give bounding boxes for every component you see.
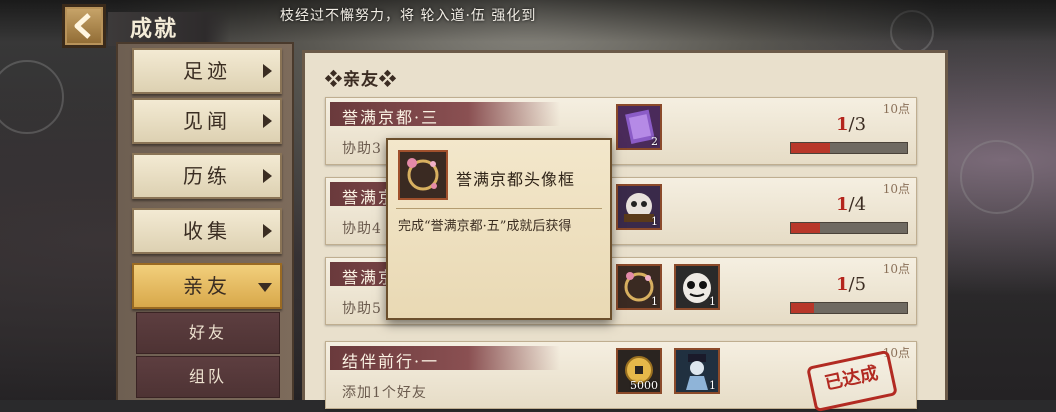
- progress-fill: [791, 143, 830, 153]
- chevron-right-icon: [263, 64, 272, 78]
- category-sidebar: 足迹 见闻 历练 收集 亲友 好友 组队: [116, 42, 294, 400]
- subtab-friends[interactable]: 好友: [136, 312, 280, 354]
- chevron-right-icon: [263, 114, 272, 128]
- sidebar-item-label: 收集: [183, 219, 231, 243]
- progress-total: /3: [848, 114, 867, 135]
- reward-count: 5000: [630, 379, 658, 392]
- tooltip-item-slot: [398, 150, 448, 200]
- progress-bar: [790, 302, 908, 314]
- chevron-left-icon: [74, 13, 91, 39]
- reward-slot[interactable]: 1: [674, 348, 720, 394]
- reward-count: 2: [651, 135, 658, 148]
- achievement-desc: 协助3: [342, 141, 382, 157]
- decor-ring: [960, 140, 1034, 214]
- progress-current: 1: [836, 274, 849, 295]
- chevron-right-icon: [263, 224, 272, 238]
- back-button[interactable]: [62, 4, 106, 48]
- achievement-title: 誉满京都·三: [342, 108, 440, 127]
- points-badge: 10点: [882, 102, 910, 116]
- achievement-title: 结伴前行·一: [342, 352, 440, 371]
- sidebar-item-label: 见闻: [183, 109, 231, 133]
- reward-slot[interactable]: 2: [616, 104, 662, 150]
- broadcast-marquee: 枝经过不懈努力，将 轮入道·伍 强化到: [280, 8, 537, 24]
- progress-current: 1: [836, 114, 849, 135]
- progress-current: 1: [836, 194, 849, 215]
- tooltip-desc: 完成“誉满京都·五”成就后获得: [398, 219, 572, 234]
- tooltip-title: 誉满京都头像框: [456, 170, 576, 189]
- progress-total: /5: [848, 274, 867, 295]
- progress-bar: [790, 142, 908, 154]
- avatar-frame-icon: [400, 152, 446, 198]
- achievement-desc: 协助4: [342, 221, 382, 237]
- achievement-card[interactable]: 结伴前行·一 添加1个好友 10点 5000 1 已达成: [325, 341, 917, 412]
- subtab-team[interactable]: 组队: [136, 356, 280, 398]
- sidebar-item-knowledge[interactable]: 见闻: [132, 98, 282, 144]
- progress-text: 1/3: [836, 114, 866, 135]
- reward-count: 1: [709, 295, 716, 308]
- section-title: ❖亲友❖: [325, 70, 397, 90]
- reward-slot[interactable]: 1: [674, 264, 720, 310]
- progress-text: 1/5: [836, 274, 866, 295]
- reward-count: 1: [709, 379, 716, 392]
- reward-slot[interactable]: 5000: [616, 348, 662, 394]
- progress-total: /4: [848, 194, 867, 215]
- points-badge: 10点: [882, 262, 910, 276]
- sidebar-item-label: 足迹: [183, 59, 231, 83]
- progress-fill: [791, 303, 815, 313]
- reward-slot[interactable]: 1: [616, 184, 662, 230]
- progress-text: 1/4: [836, 194, 866, 215]
- sidebar-item-label: 历练: [183, 164, 231, 188]
- reward-count: 1: [651, 215, 658, 228]
- sidebar-item-training[interactable]: 历练: [132, 153, 282, 199]
- reward-count: 1: [651, 295, 658, 308]
- chevron-right-icon: [263, 169, 272, 183]
- page-title: 成就: [108, 12, 230, 46]
- item-tooltip: 誉满京都头像框 完成“誉满京都·五”成就后获得: [386, 138, 612, 320]
- progress-fill: [791, 223, 820, 233]
- achievement-desc: 协助5: [342, 301, 382, 317]
- sidebar-item-friends[interactable]: 亲友: [132, 263, 282, 309]
- sidebar-item-collection[interactable]: 收集: [132, 208, 282, 254]
- sidebar-item-footprints[interactable]: 足迹: [132, 48, 282, 94]
- tooltip-divider: [396, 208, 602, 209]
- achievement-desc: 添加1个好友: [342, 385, 427, 401]
- reward-slot[interactable]: 1: [616, 264, 662, 310]
- progress-bar: [790, 222, 908, 234]
- completed-stamp: 已达成: [806, 349, 898, 412]
- chevron-down-icon: [258, 283, 272, 292]
- points-badge: 10点: [882, 182, 910, 196]
- sidebar-item-label: 亲友: [183, 274, 231, 298]
